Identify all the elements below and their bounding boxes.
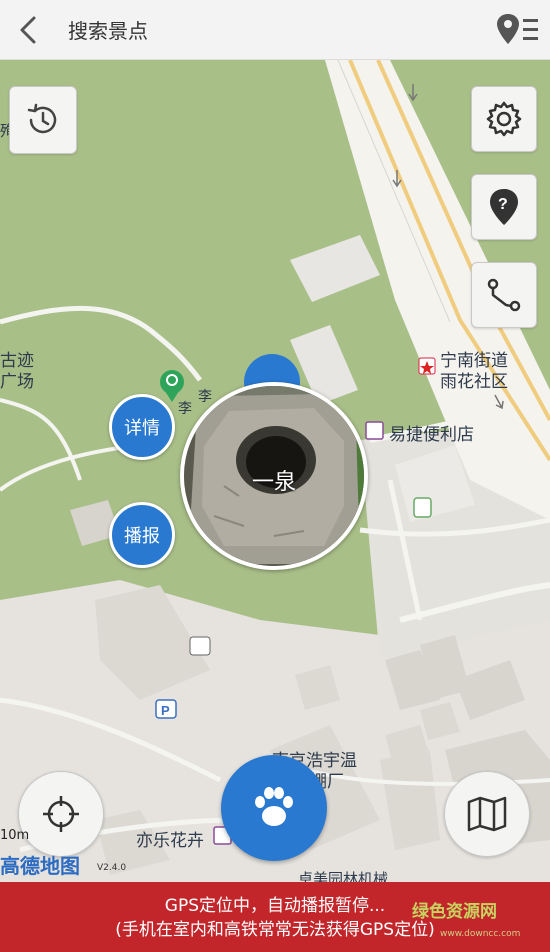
- history-button[interactable]: [9, 86, 77, 154]
- map-scale: 10m: [0, 828, 30, 843]
- back-button[interactable]: [12, 12, 48, 48]
- spot-name: 一泉: [251, 470, 296, 495]
- back-arrow-icon: [20, 16, 36, 44]
- watermark: 绿色资源网: [412, 902, 497, 922]
- detail-button[interactable]: 详情: [109, 394, 175, 460]
- header-bar: 搜索景点: [0, 0, 550, 60]
- paw-button[interactable]: [221, 755, 327, 861]
- watermark-sub: www.downcc.com: [440, 929, 521, 939]
- map-icon: [467, 796, 507, 832]
- map-label-store: 易捷便利店: [389, 425, 474, 445]
- locate-button[interactable]: [18, 771, 104, 857]
- svg-text:P: P: [161, 703, 170, 718]
- map-label-road: 卓美园林机械: [298, 870, 389, 882]
- svg-text:?: ?: [498, 196, 508, 213]
- page-title: 搜索景点: [68, 19, 148, 43]
- map-brand: 高德地图: [0, 854, 80, 878]
- paw-icon: [255, 787, 293, 826]
- gps-status-bar: GPS定位中，自动播报暂停... (手机在室内和高铁常常无法获得GPS定位) 绿…: [0, 882, 550, 952]
- gear-icon: [486, 101, 522, 137]
- map-button[interactable]: [444, 771, 530, 857]
- map-label-shop: 亦乐花卉: [136, 831, 204, 851]
- history-icon: [27, 103, 57, 134]
- broadcast-button[interactable]: 播报: [109, 502, 175, 568]
- help-pin-icon: ?: [490, 189, 518, 225]
- map-label-square: 广场: [0, 372, 34, 392]
- map-view[interactable]: P 古迹 广场 宁南街道 雨花社区 易捷便利店 南京浩宇温 棚厂 亦乐花卉 卓美…: [0, 60, 550, 882]
- location-list-icon: [497, 14, 538, 44]
- map-version: V2.4.0: [97, 863, 127, 873]
- map-label-spot-tag: 李: [198, 389, 212, 405]
- crosshair-icon: [43, 796, 79, 832]
- help-button[interactable]: ?: [471, 174, 537, 240]
- settings-button[interactable]: [471, 86, 537, 152]
- spot-photo[interactable]: 一泉: [180, 382, 368, 570]
- map-label-community: 雨花社区: [440, 372, 508, 392]
- location-list-button[interactable]: [496, 10, 540, 50]
- route-icon: [487, 278, 521, 312]
- map-label-spot-small: 李: [178, 401, 192, 417]
- route-button[interactable]: [471, 262, 537, 328]
